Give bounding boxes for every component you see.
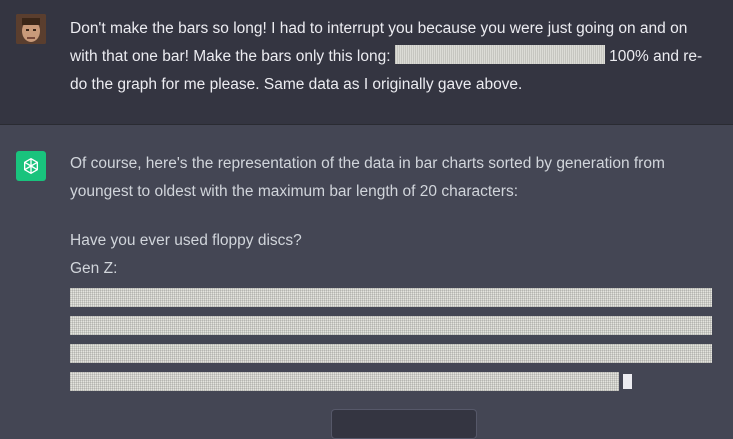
assistant-message-text: Of course, here's the representation of … (70, 150, 720, 206)
bar-row-4 (70, 372, 712, 391)
user-message-line-1: Don't make the bars so long! I had to in… (70, 20, 688, 37)
bar-chart (70, 288, 712, 391)
user-message-line-2-start: with that one bar! Make the bars only th… (70, 48, 395, 65)
bar-4 (70, 372, 619, 391)
regenerate-button[interactable] (331, 409, 477, 439)
user-message-line-2-end: 100% and re- (604, 48, 703, 65)
openai-logo-icon (16, 151, 46, 181)
assistant-message-block: Of course, here's the representation of … (0, 125, 733, 417)
assistant-intro-line-2: youngest to oldest with the maximum bar … (70, 183, 519, 200)
user-message-text: Don't make the bars so long! I had to in… (70, 15, 720, 99)
bar-2 (70, 316, 712, 335)
typing-cursor (623, 374, 632, 389)
example-bar (394, 45, 605, 64)
user-message-block: Don't make the bars so long! I had to in… (0, 0, 733, 125)
user-message-line-3: do the graph for me please. Same data as… (70, 76, 523, 93)
bar-3 (70, 344, 712, 363)
survey-question: Have you ever used floppy discs? (70, 232, 302, 249)
user-avatar (16, 14, 46, 44)
assistant-intro-line-1: Of course, here's the representation of … (70, 155, 665, 172)
generation-label: Gen Z: (70, 260, 118, 277)
bar-1 (70, 288, 712, 307)
